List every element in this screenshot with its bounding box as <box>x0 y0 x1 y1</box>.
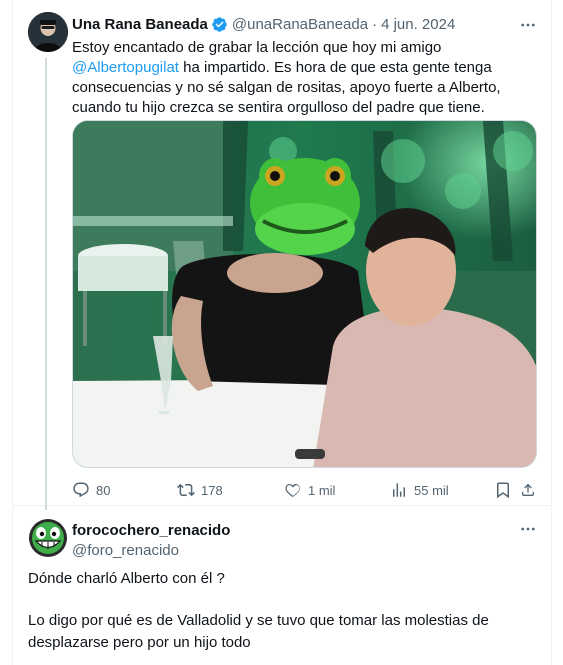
retweet-count: 178 <box>201 482 223 498</box>
more-options-icon[interactable] <box>517 14 539 36</box>
avatar[interactable] <box>28 518 68 558</box>
tweet-date[interactable]: 4 jun. 2024 <box>381 16 455 33</box>
tweet-header: Una Rana Baneada @unaRanaBaneada · 4 jun… <box>72 14 455 34</box>
reply-text: Lo digo por qué es de Valladolid y se tu… <box>28 612 489 651</box>
like-count: 1 mil <box>308 482 336 498</box>
retweet-icon <box>177 483 195 497</box>
more-options-icon[interactable] <box>517 518 539 540</box>
share-icon <box>522 483 534 496</box>
bar-chart-icon <box>393 483 405 497</box>
avatar[interactable] <box>28 12 68 52</box>
reply-tweet[interactable]: forocochero_renacido @foro_renacido Dónd… <box>12 506 552 665</box>
author-name[interactable]: Una Rana Baneada <box>72 16 208 33</box>
share-button[interactable] <box>520 478 542 502</box>
bookmark-button[interactable] <box>494 478 520 502</box>
avatar-image <box>28 12 68 52</box>
mention-link[interactable]: @Albertopugilat <box>72 59 179 76</box>
tweet-actions: 80 178 1 mil 55 mil <box>72 478 542 502</box>
reply-count: 80 <box>96 482 111 498</box>
tweet[interactable]: Una Rana Baneada @unaRanaBaneada · 4 jun… <box>12 0 552 510</box>
avatar-image <box>28 518 68 558</box>
separator-dot: · <box>372 15 378 33</box>
tweet-photo[interactable] <box>72 120 537 468</box>
bookmark-icon <box>497 482 509 499</box>
author-handle[interactable]: @foro_renacido <box>72 542 179 559</box>
author-handle[interactable]: @unaRanaBaneada <box>232 16 368 33</box>
thread-connector-line <box>45 58 47 510</box>
retweet-button[interactable]: 178 <box>177 478 284 502</box>
views-button[interactable]: 55 mil <box>390 478 494 502</box>
tweet-text-part: Estoy encantado de grabar la lección que… <box>72 39 442 56</box>
photo-image <box>73 121 536 467</box>
view-count: 55 mil <box>414 482 449 498</box>
author-name[interactable]: forocochero_renacido <box>72 522 230 539</box>
heart-icon <box>285 483 300 498</box>
like-button[interactable]: 1 mil <box>284 478 390 502</box>
reply-text: Dónde charló Alberto con él ? <box>28 570 225 587</box>
tweet-text: Estoy encantado de grabar la lección que… <box>72 38 542 118</box>
reply-button[interactable]: 80 <box>72 478 177 502</box>
reply-bubble-icon <box>73 482 89 498</box>
verified-badge-icon <box>212 16 227 32</box>
